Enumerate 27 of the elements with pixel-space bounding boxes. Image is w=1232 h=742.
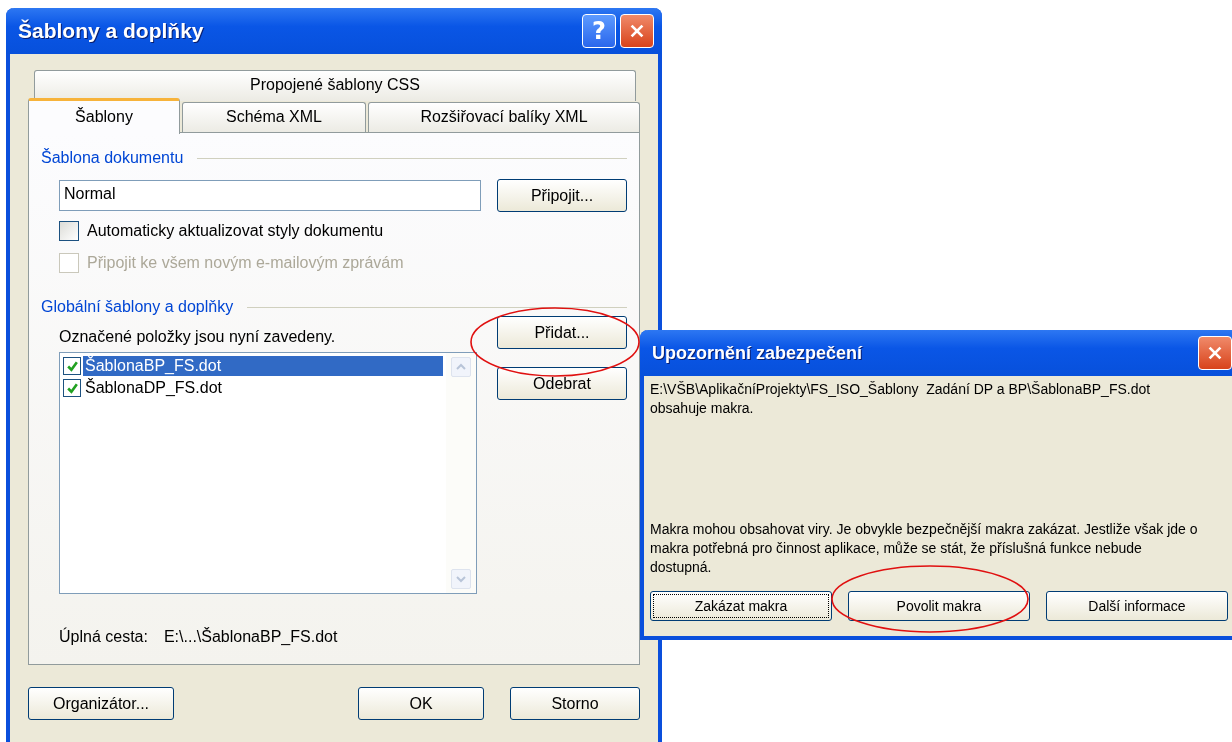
dialog-button[interactable]: Zakázat makra: [650, 591, 832, 621]
attach-button[interactable]: Připojit...: [497, 179, 627, 212]
path-label: Úplná cesta:: [59, 628, 148, 646]
dialog-button[interactable]: Organizátor...: [28, 687, 174, 720]
template-field[interactable]: Normal: [59, 180, 481, 211]
tab[interactable]: Šablony: [28, 98, 180, 134]
warning-text: Makra mohou obsahovat viry. Je obvykle bezpečnější makra zakázat. Jestliže však jde o makra potřebná pro činnost aplikace, může se stát, že příslušná funkce nebude dostupná.: [650, 520, 1198, 577]
dialog-button[interactable]: Storno: [510, 687, 640, 720]
tab[interactable]: Schéma XML: [182, 102, 366, 132]
checkbox-label: Automaticky aktualizovat styly dokumentu: [87, 222, 384, 240]
path-value: E:\...\ŠablonaBP_FS.dot: [163, 628, 338, 646]
tab[interactable]: Rozšiřovací balíky XML: [368, 102, 640, 132]
dialog-button[interactable]: OK: [358, 687, 484, 720]
checkbox-label: Připojit ke všem novým e-mailovým zprávám: [87, 254, 404, 272]
window-title: Šablony a doplňky: [18, 19, 205, 43]
remove-button[interactable]: Odebrat: [497, 367, 627, 400]
group-heading: Šablona dokumentu: [41, 149, 184, 167]
list-item[interactable]: ŠablonaBP_FS.dot: [83, 356, 443, 376]
add-button[interactable]: Přidat...: [497, 316, 627, 349]
list-item[interactable]: ŠablonaDP_FS.dot: [83, 378, 443, 398]
window-title: Upozornění zabezpečení: [652, 342, 864, 364]
tab[interactable]: Propojené šablony CSS: [34, 70, 636, 101]
dialog-button[interactable]: Povolit makra: [848, 591, 1030, 621]
dialog-button[interactable]: Další informace: [1046, 591, 1228, 621]
group-heading: Globální šablony a doplňky: [41, 298, 234, 316]
list-caption: Označené položky jsou nyní zavedeny.: [59, 328, 337, 347]
message-text: E:\VŠB\AplikačníProjekty\FS_ISO_Šablony Zadání DP a BP\ŠablonaBP_FS.dot obsahuje makra.: [650, 380, 1152, 418]
